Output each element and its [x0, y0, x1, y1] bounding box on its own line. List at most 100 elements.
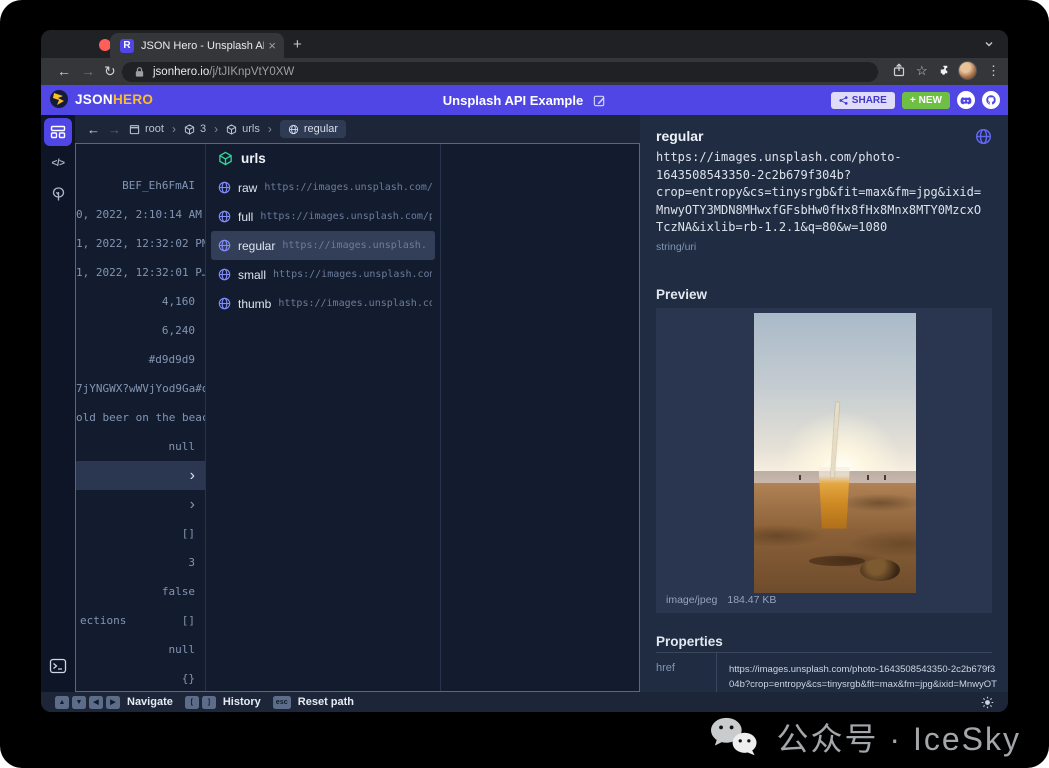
list-item[interactable]: 0, 2022, 2:10:14 AM … — [76, 200, 205, 229]
breadcrumb-item-3[interactable]: 3 — [184, 123, 206, 135]
status-bar: ▲ ▼ ◀ ▶ Navigate [ ] History esc Reset p… — [41, 692, 1008, 712]
breadcrumb-item-regular[interactable]: regular — [280, 120, 346, 138]
list-item[interactable]: 3 — [76, 548, 205, 577]
share-button[interactable]: SHARE — [831, 92, 895, 109]
value-type-label: string/uri — [656, 241, 992, 253]
property-key: href — [656, 653, 716, 693]
globe-icon — [218, 268, 231, 281]
screenshot-background: R JSON Hero - Unsplash API Exa × + ← → ↻… — [0, 0, 1049, 768]
root-icon — [129, 124, 140, 135]
list-item-thumb[interactable]: thumb https://images.unsplash.com/… — [206, 289, 440, 318]
address-bar[interactable]: jsonhero.io/j/tJIKnpVtY0XW — [122, 62, 878, 82]
tab-list-chevron-icon[interactable] — [984, 39, 994, 49]
breadcrumb-item-urls[interactable]: urls — [226, 123, 260, 135]
extensions-puzzle-icon[interactable] — [938, 63, 951, 76]
discord-icon[interactable] — [957, 91, 975, 109]
list-item[interactable]: 1, 2022, 12:32:01 P… — [76, 258, 205, 287]
cube-icon — [184, 124, 195, 135]
browser-tab[interactable]: R JSON Hero - Unsplash API Exa × — [110, 33, 284, 58]
forward-icon[interactable]: → — [81, 63, 95, 79]
jsonhero-favicon: R — [120, 39, 134, 53]
list-item[interactable]: old beer on the beach — [76, 403, 205, 432]
breadcrumb-item-root[interactable]: root — [129, 123, 164, 135]
browser-profile-avatar[interactable] — [958, 61, 977, 80]
globe-icon — [218, 181, 231, 194]
property-value: https://images.unsplash.com/photo-164350… — [716, 653, 1008, 693]
preview-heading: Preview — [656, 287, 992, 302]
terminal-icon — [49, 658, 67, 674]
browser-menu-icon[interactable]: ⋮ — [987, 63, 1000, 79]
arrow-right-key-icon: ▶ — [106, 696, 120, 709]
properties-table: href https://images.unsplash.com/photo-1… — [656, 652, 992, 693]
list-item[interactable]: null — [76, 432, 205, 461]
globe-icon — [288, 124, 299, 135]
back-icon[interactable]: ← — [57, 63, 71, 79]
cube-icon — [226, 124, 237, 135]
lock-icon — [134, 66, 145, 78]
document-title: Unsplash API Example — [443, 93, 583, 108]
navigate-label: Navigate — [127, 696, 173, 708]
chevron-right-icon: › — [190, 496, 195, 513]
column-header: urls — [206, 144, 440, 173]
plus-icon: + — [910, 95, 916, 106]
parent-column: BEF_Eh6FmAI 0, 2022, 2:10:14 AM … 1, 202… — [76, 144, 206, 691]
list-item-selected[interactable]: › — [76, 461, 205, 490]
list-item[interactable]: › — [76, 490, 205, 519]
json-view-tab[interactable]: </> — [44, 149, 72, 177]
list-item[interactable]: 4,160 — [76, 287, 205, 316]
list-item-small[interactable]: small https://images.unsplash.com/p… — [206, 260, 440, 289]
reset-path-label: Reset path — [298, 696, 354, 708]
column-view-tab[interactable] — [44, 118, 72, 146]
image-file-size: 184.47 KB — [727, 594, 776, 606]
list-item[interactable]: 7jYNGWX?wWVjYod9Ga#o… — [76, 374, 205, 403]
arrow-up-key-icon: ▲ — [55, 696, 69, 709]
image-mime-type: image/jpeg — [666, 594, 717, 606]
globe-icon — [218, 239, 231, 252]
arrow-left-key-icon: ◀ — [89, 696, 103, 709]
code-icon: </> — [52, 158, 65, 169]
watermark-text: 公众号 · IceSky — [777, 714, 1021, 760]
tree-icon — [50, 186, 67, 203]
url-path: /j/tJIKnpVtY0XW — [209, 66, 294, 78]
list-item[interactable]: [] — [76, 519, 205, 548]
breadcrumb-back-icon[interactable]: ← — [87, 122, 100, 137]
list-item[interactable]: ections[] — [76, 606, 205, 635]
breadcrumb-forward-icon[interactable]: → — [108, 122, 121, 137]
browser-window: R JSON Hero - Unsplash API Exa × + ← → ↻… — [41, 30, 1008, 712]
list-item-regular-selected[interactable]: regular https://images.unsplash.com… — [211, 231, 435, 260]
empty-column — [441, 144, 639, 691]
list-item-full[interactable]: full https://images.unsplash.com/ph… — [206, 202, 440, 231]
globe-icon — [975, 128, 992, 145]
url-host: jsonhero.io — [153, 66, 209, 78]
list-item[interactable]: null — [76, 635, 205, 664]
list-item[interactable]: false — [76, 577, 205, 606]
github-icon[interactable] — [982, 91, 1000, 109]
list-item[interactable]: {} — [76, 664, 205, 692]
new-document-button[interactable]: + NEW — [902, 92, 950, 109]
detail-value: https://images.unsplash.com/photo- 16435… — [656, 149, 992, 237]
new-tab-button[interactable]: + — [293, 36, 302, 53]
column-view: BEF_Eh6FmAI 0, 2022, 2:10:14 AM … 1, 202… — [75, 143, 640, 692]
bookmark-star-icon[interactable]: ☆ — [916, 63, 928, 79]
tree-view-tab[interactable] — [44, 180, 72, 208]
theme-toggle-icon[interactable] — [981, 696, 994, 709]
list-item-raw[interactable]: raw https://images.unsplash.com/ph… — [206, 173, 440, 202]
reload-icon[interactable]: ↻ — [104, 63, 116, 80]
edit-title-icon[interactable] — [593, 94, 606, 107]
share-page-icon[interactable] — [893, 63, 905, 77]
globe-icon — [218, 210, 231, 223]
bracket-left-key-icon: [ — [185, 696, 199, 709]
wechat-icon — [705, 714, 763, 760]
terminal-button[interactable] — [44, 652, 72, 680]
tab-title: JSON Hero - Unsplash API Exa — [141, 40, 264, 52]
list-item[interactable]: BEF_Eh6FmAI — [76, 171, 205, 200]
cube-icon — [218, 151, 233, 166]
list-item[interactable]: 1, 2022, 12:32:02 PM… — [76, 229, 205, 258]
list-item[interactable]: #d9d9d9 — [76, 345, 205, 374]
list-item[interactable]: 6,240 — [76, 316, 205, 345]
tab-close-icon[interactable]: × — [268, 38, 276, 53]
view-sidebar: </> — [41, 115, 75, 692]
jsonhero-header: JSONHERO Unsplash API Example SHARE + NE… — [41, 85, 1008, 115]
breadcrumb: ← → root › 3 › urls — [75, 115, 640, 143]
tab-strip: R JSON Hero - Unsplash API Exa × + — [41, 30, 1008, 58]
